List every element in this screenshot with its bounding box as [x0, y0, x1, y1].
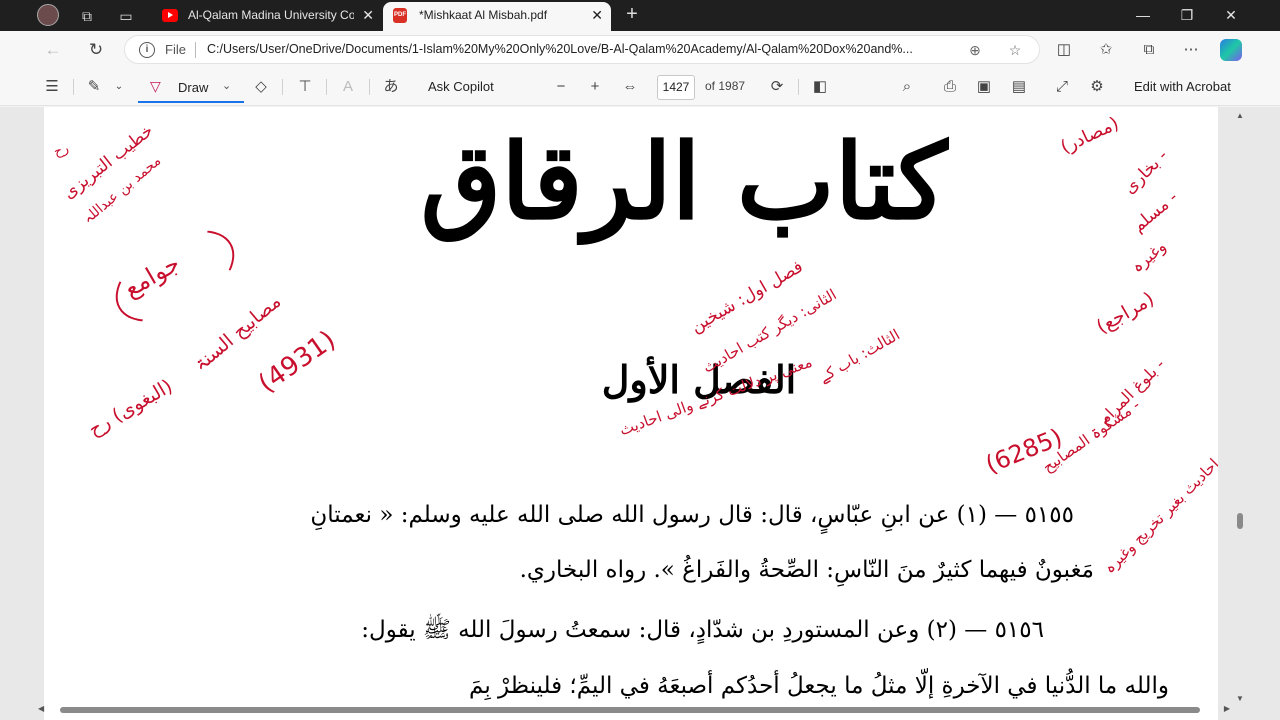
tab-mishkaat-pdf[interactable]: PDF *Mishkaat Al Misbah.pdf ✕ [383, 2, 611, 31]
scroll-left-icon[interactable]: ◀ [38, 704, 44, 713]
page-view-icon[interactable]: ◧ [809, 76, 831, 98]
browser-window: ⧉ ▭ Al-Qalam Madina University Cou ✕ PDF… [0, 0, 1280, 720]
tab-title: *Mishkaat Al Misbah.pdf [419, 8, 548, 22]
tab-actions-icon[interactable]: ▭ [115, 5, 137, 27]
youtube-icon [162, 9, 178, 22]
tab-alqalam[interactable]: Al-Qalam Madina University Cou ✕ [152, 2, 382, 31]
ask-copilot-button[interactable]: Ask Copilot [428, 79, 494, 94]
chevron-down-icon[interactable]: ⌄ [222, 79, 231, 92]
zoom-out-icon[interactable]: − [550, 76, 572, 98]
info-icon[interactable]: i [139, 42, 155, 58]
scroll-up-icon[interactable]: ▲ [1235, 111, 1245, 120]
minimize-button[interactable]: — [1120, 0, 1166, 31]
highlight-icon[interactable]: ✎ [83, 76, 105, 98]
pdf-toolbar: ☰ ✎ ⌄ ▽ Draw ⌄ ◇ ⊤ A あ Ask Copilot − + ⇔… [0, 68, 1280, 106]
note-baghawi: (البغوی) رح [84, 375, 177, 441]
favorites-icon[interactable]: ✩ [1095, 39, 1117, 61]
fit-page-icon[interactable]: ⇔ [619, 76, 641, 98]
refresh-button[interactable]: ↻ [83, 37, 109, 63]
note-marajie: (مراجع) [1092, 287, 1158, 339]
pen-icon: ▽ [150, 78, 161, 94]
vertical-scrollbar[interactable]: ▲ ▼ [1233, 107, 1247, 705]
tab-title: Al-Qalam Madina University Cou [188, 8, 354, 22]
workspaces-icon[interactable]: ⧉ [76, 5, 98, 27]
close-tab-icon[interactable]: ✕ [591, 2, 603, 29]
hadith-line: مَغبونٌ فيهما كثيرٌ منَ النّاسِ: الصِّحة… [519, 557, 1094, 583]
title-bar: ⧉ ▭ Al-Qalam Madina University Cou ✕ PDF… [0, 0, 1280, 31]
settings-gear-icon[interactable]: ⚙ [1086, 76, 1108, 98]
divider [798, 79, 799, 95]
scroll-right-icon[interactable]: ▶ [1224, 704, 1230, 713]
scroll-down-icon[interactable]: ▼ [1235, 694, 1245, 703]
draw-button[interactable]: ▽ Draw ⌄ [138, 72, 244, 103]
save-as-icon[interactable]: ▤ [1008, 76, 1030, 98]
save-icon[interactable]: ▣ [973, 76, 995, 98]
divider [73, 79, 74, 95]
page-number-input[interactable]: 1427 [657, 75, 695, 100]
translate-icon[interactable]: あ [380, 76, 402, 98]
note-rah: رح [51, 140, 71, 161]
hadith-line: والله ما الدُّنيا في الآخرةِ إلّا مثلُ م… [469, 673, 1169, 699]
print-icon[interactable]: ⎙ [939, 76, 961, 98]
profile-avatar[interactable] [37, 4, 59, 26]
draw-label: Draw [178, 80, 209, 95]
note-waghairah: وغیرہ [1127, 236, 1170, 277]
chevron-down-icon[interactable]: ⌄ [108, 76, 130, 98]
note-thalith: الثالث: باب کے [815, 325, 903, 387]
address-input[interactable]: i File C:/Users/User/OneDrive/Documents/… [124, 35, 1040, 64]
url-text[interactable]: C:/Users/User/OneDrive/Documents/1-Islam… [207, 42, 955, 56]
back-button[interactable]: ← [40, 37, 66, 63]
new-tab-button[interactable]: + [620, 3, 644, 27]
book-title: كتاب الرقاق [420, 120, 948, 243]
page-total: of 1987 [705, 79, 746, 93]
zoom-icon[interactable]: ⊕ [965, 40, 985, 60]
add-text-icon[interactable]: ⊤ [294, 76, 316, 98]
restore-button[interactable]: ❐ [1164, 0, 1210, 31]
rotate-icon[interactable]: ⟳ [766, 76, 788, 98]
url-scheme: File [165, 42, 186, 57]
pdf-page[interactable]: كتاب الرقاق الفصل الأول ٥١٥٥ — (١) عن اب… [44, 107, 1218, 720]
extensions-icon[interactable]: ⋯ [1180, 39, 1202, 61]
horizontal-scrollbar[interactable]: ◀ ▶ [30, 704, 1230, 715]
note-masabih-count: (4931) [253, 324, 342, 400]
copilot-icon[interactable] [1220, 39, 1242, 61]
split-screen-icon[interactable]: ◫ [1053, 39, 1075, 61]
scroll-thumb[interactable] [60, 707, 1200, 713]
fullscreen-icon[interactable]: ⤢ [1051, 76, 1073, 98]
divider [326, 79, 327, 95]
scroll-thumb[interactable] [1237, 513, 1243, 529]
divider [195, 42, 196, 58]
contents-icon[interactable]: ☰ [41, 76, 63, 98]
divider [369, 79, 370, 95]
search-icon[interactable]: ⌕ [896, 76, 918, 98]
divider [282, 79, 283, 95]
note-masadir: (مصادر) [1057, 112, 1123, 159]
address-bar-row: ← ↻ i File C:/Users/User/OneDrive/Docume… [0, 31, 1280, 68]
read-aloud-icon[interactable]: A [337, 76, 359, 98]
note-ahadith: احادیث بغیر تخریج وغیرہ [1100, 454, 1218, 578]
pdf-icon: PDF [393, 8, 407, 23]
edit-with-acrobat-button[interactable]: Edit with Acrobat [1134, 79, 1231, 94]
hadith-line: ٥١٥٦ — (٢) وعن المستوردِ بن شدّادٍ، قال:… [361, 617, 1044, 643]
close-tab-icon[interactable]: ✕ [362, 2, 374, 29]
close-window-button[interactable]: ✕ [1208, 0, 1254, 31]
note-bracket [100, 211, 250, 341]
favorite-star-icon[interactable]: ☆ [1005, 40, 1025, 60]
eraser-icon[interactable]: ◇ [250, 76, 272, 98]
zoom-in-icon[interactable]: + [584, 76, 606, 98]
collections-icon[interactable]: ⧉ [1138, 39, 1160, 61]
pdf-viewer[interactable]: كتاب الرقاق الفصل الأول ٥١٥٥ — (١) عن اب… [0, 107, 1280, 720]
hadith-line: ٥١٥٥ — (١) عن ابنِ عبّاسٍ، قال: قال رسول… [310, 502, 1074, 528]
